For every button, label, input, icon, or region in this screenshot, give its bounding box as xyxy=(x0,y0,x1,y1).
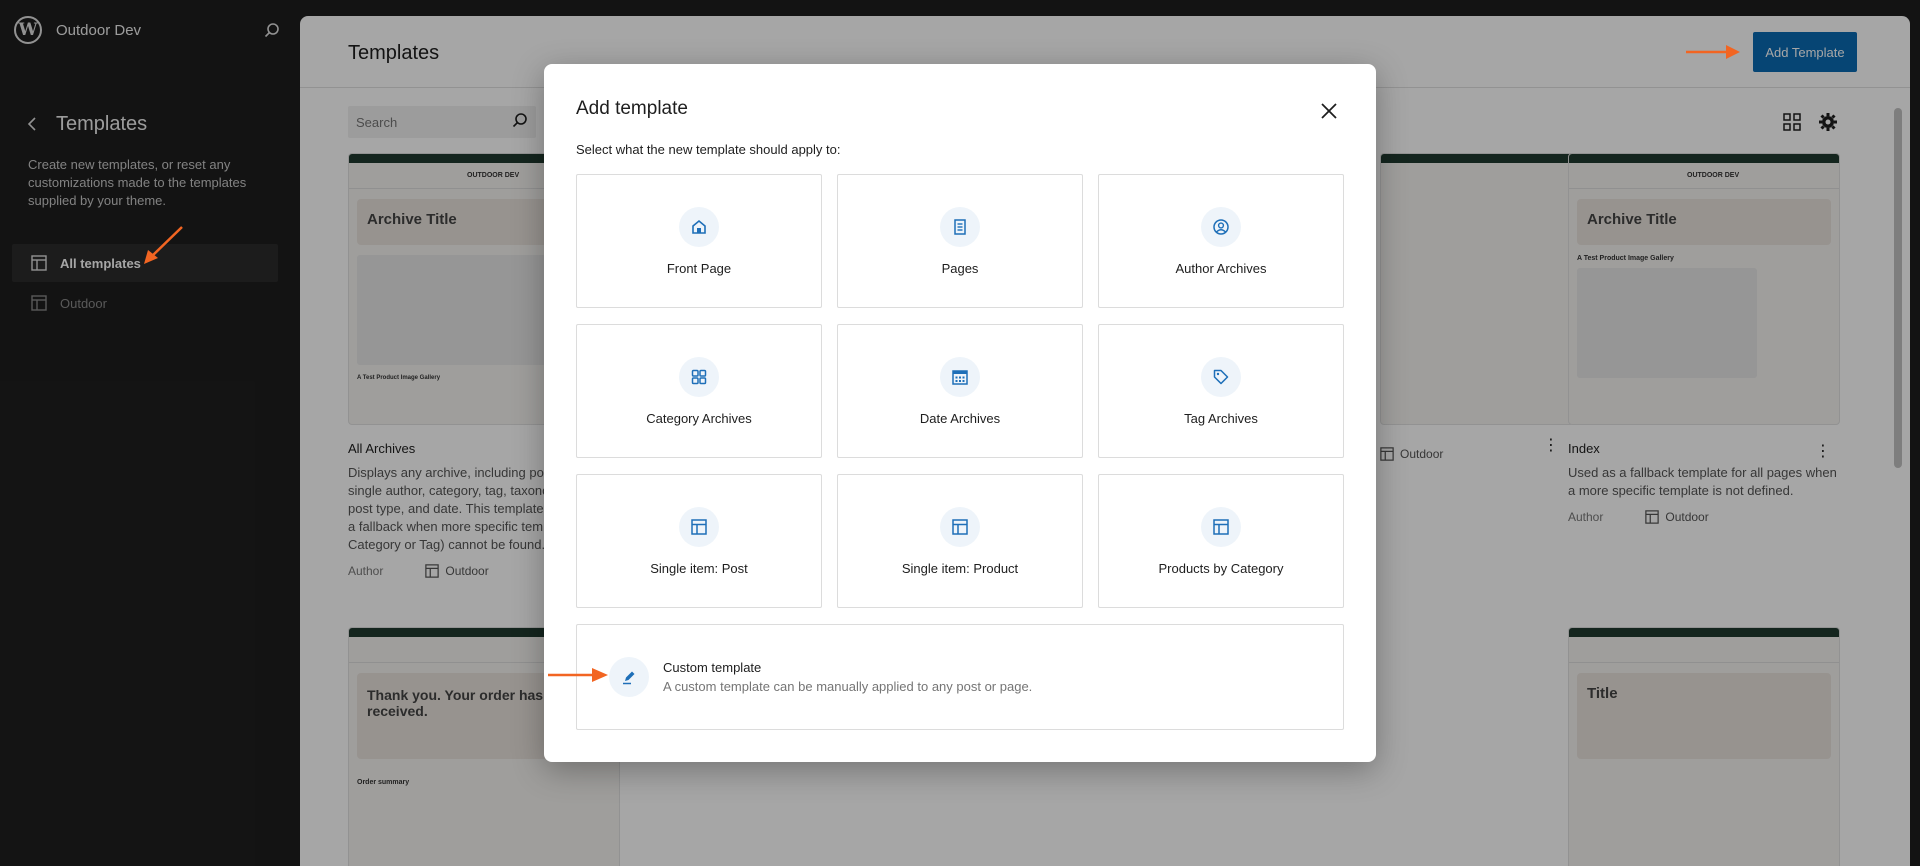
option-label: Tag Archives xyxy=(1184,410,1258,426)
pencil-icon xyxy=(609,657,649,697)
add-template-modal: Add template Select what the new templat… xyxy=(544,64,1376,762)
calendar-icon xyxy=(940,356,980,397)
option-label: Pages xyxy=(941,260,979,276)
home-icon xyxy=(679,206,719,247)
option-label: Date Archives xyxy=(919,410,1001,426)
option-front-page[interactable]: Front Page xyxy=(576,174,822,308)
option-single-item-product[interactable]: Single item: Product xyxy=(837,474,1083,608)
annotation-arrow-icon xyxy=(548,668,608,682)
modal-title: Add template xyxy=(576,98,688,119)
option-products-by-category[interactable]: Products by Category xyxy=(1098,474,1344,608)
tag-icon xyxy=(1201,356,1241,397)
option-author-archives[interactable]: Author Archives xyxy=(1098,174,1344,308)
option-single-item-post[interactable]: Single item: Post xyxy=(576,474,822,608)
option-custom-template[interactable]: Custom template A custom template can be… xyxy=(576,624,1344,730)
option-label: Single item: Post xyxy=(650,560,748,576)
option-label: Author Archives xyxy=(1175,260,1267,276)
option-tag-archives[interactable]: Tag Archives xyxy=(1098,324,1344,458)
annotation-arrow-icon xyxy=(144,226,183,264)
author-icon xyxy=(1201,206,1241,247)
option-date-archives[interactable]: Date Archives xyxy=(837,324,1083,458)
custom-template-title: Custom template xyxy=(663,660,762,675)
annotation-arrow-icon xyxy=(1686,45,1740,59)
option-label: Single item: Product xyxy=(901,560,1019,576)
layout-icon xyxy=(679,506,719,547)
option-label: Products by Category xyxy=(1158,560,1284,576)
category-icon xyxy=(679,356,719,397)
option-pages[interactable]: Pages xyxy=(837,174,1083,308)
page-icon xyxy=(940,206,980,247)
option-label: Front Page xyxy=(666,260,732,276)
template-options-grid: Front Page Pages Author Archives Categor… xyxy=(576,174,1344,608)
custom-template-text: Custom template A custom template can be… xyxy=(663,660,1032,694)
close-icon[interactable] xyxy=(1314,96,1344,126)
modal-subtitle: Select what the new template should appl… xyxy=(576,142,841,157)
layout-icon xyxy=(940,506,980,547)
custom-template-description: A custom template can be manually applie… xyxy=(663,679,1033,694)
option-label: Category Archives xyxy=(646,410,752,426)
option-category-archives[interactable]: Category Archives xyxy=(576,324,822,458)
layout-icon xyxy=(1201,506,1241,547)
